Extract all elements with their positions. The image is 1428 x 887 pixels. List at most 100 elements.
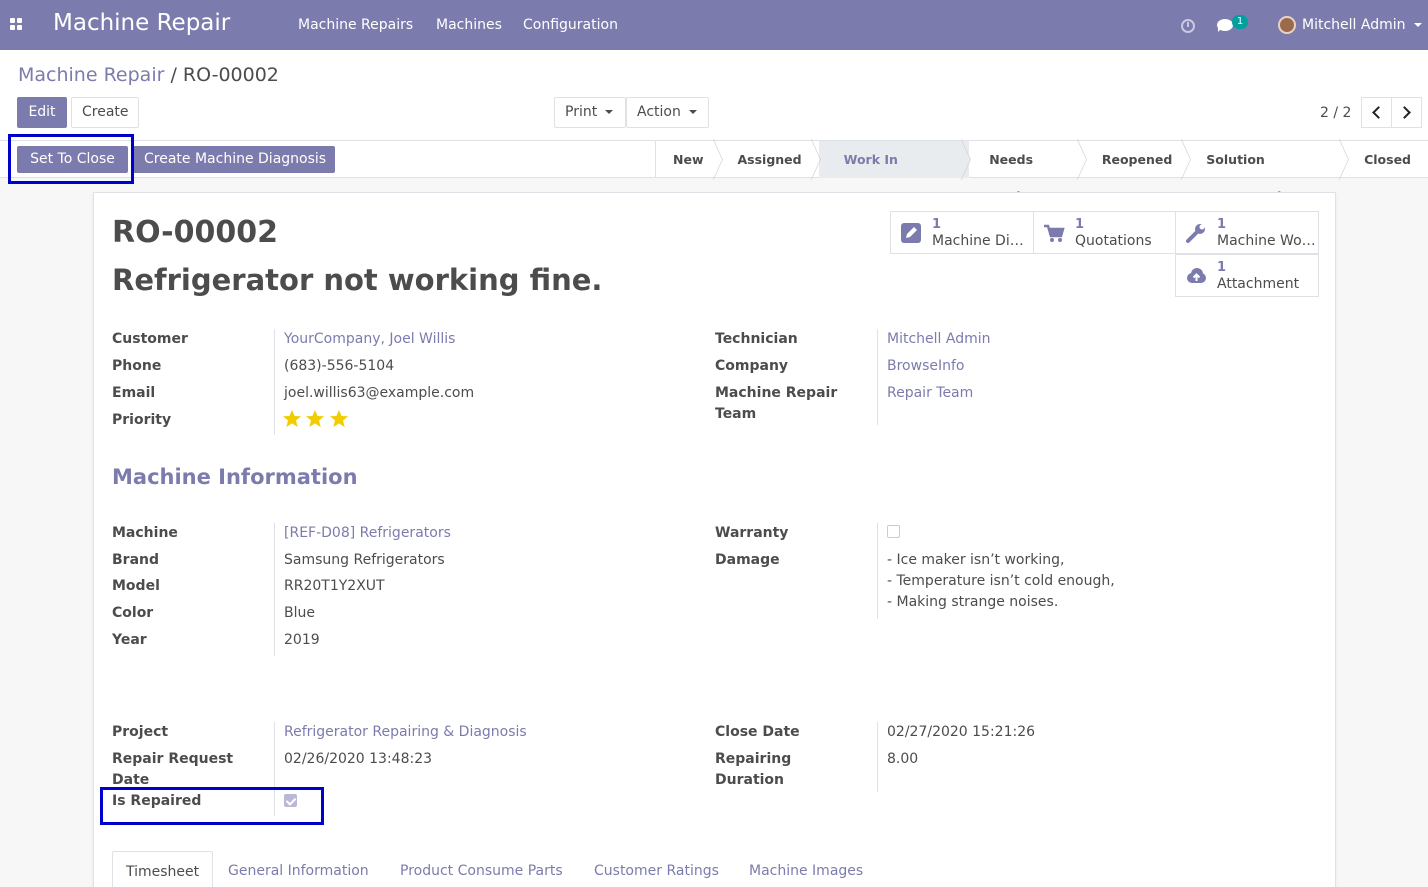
- smart-button-quotations[interactable]: 1 Quotations: [1033, 211, 1177, 254]
- stage-needs-reply[interactable]: Needs Reply: [969, 141, 1085, 204]
- smart-count: 1: [1217, 260, 1227, 275]
- color-value: Blue: [284, 605, 315, 621]
- stage-closed[interactable]: Closed: [1347, 141, 1428, 178]
- user-menu[interactable]: Mitchell Admin: [1302, 17, 1422, 33]
- record-subject: Refrigerator not working fine.: [112, 263, 603, 297]
- warranty-label: Warranty: [715, 525, 789, 541]
- create-machine-diagnosis-button[interactable]: Create Machine Diagnosis: [133, 146, 335, 173]
- stage-solution-suggested[interactable]: Solution Suggested: [1189, 141, 1347, 204]
- create-button[interactable]: Create: [71, 97, 139, 128]
- machine-information-heading: Machine Information: [112, 465, 358, 489]
- model-label: Model: [112, 578, 160, 594]
- damage-line: - Temperature isn’t cold enough,: [887, 573, 1115, 589]
- field-divider: [274, 329, 275, 435]
- company-value[interactable]: BrowseInfo: [887, 356, 964, 377]
- stage-reopened[interactable]: Reopened: [1085, 141, 1189, 178]
- wrench-icon: [1186, 224, 1205, 243]
- pager-value: 2 / 2: [1320, 105, 1352, 121]
- chevron-down-icon: [688, 110, 697, 114]
- status-bar: New Assigned Work In Progress Needs Repl…: [655, 141, 1428, 204]
- technician-value[interactable]: Mitchell Admin: [887, 329, 991, 350]
- tab-customer-ratings[interactable]: Customer Ratings: [594, 851, 719, 887]
- project-label: Project: [112, 724, 169, 740]
- stage-assigned[interactable]: Assigned: [721, 141, 819, 178]
- app-title: Machine Repair: [53, 10, 231, 36]
- customer-label: Customer: [112, 331, 188, 347]
- stage-new[interactable]: New: [656, 141, 721, 178]
- priority-star-icon[interactable]: [282, 409, 302, 429]
- smart-button-machine-diagnosis[interactable]: 1 Machine Diagnosis: [890, 211, 1034, 254]
- breadcrumb: Machine Repair / RO-00002: [18, 64, 279, 86]
- email-label: Email: [112, 385, 156, 401]
- cart-icon: [1044, 224, 1065, 242]
- action-label: Action: [637, 104, 681, 120]
- technician-label: Technician: [715, 331, 798, 347]
- machine-label: Machine: [112, 525, 178, 541]
- top-navbar: Machine Repair Machine Repairs Machines …: [0, 0, 1428, 50]
- brand-label: Brand: [112, 552, 160, 568]
- edit-button[interactable]: Edit: [17, 97, 67, 128]
- highlight-set-to-close: [8, 134, 134, 184]
- damage-label: Damage: [715, 552, 780, 568]
- repair-request-date-label: Repair Request Date: [112, 751, 234, 788]
- menu-machine-repairs[interactable]: Machine Repairs: [298, 17, 413, 33]
- action-dropdown[interactable]: Action: [626, 97, 709, 128]
- priority-star-icon[interactable]: [305, 409, 325, 429]
- tab-machine-images[interactable]: Machine Images: [749, 851, 863, 887]
- year-label: Year: [112, 632, 147, 648]
- tab-general-information[interactable]: General Information: [228, 851, 369, 887]
- print-label: Print: [565, 104, 598, 120]
- customer-value[interactable]: YourCompany, Joel Willis: [284, 329, 455, 350]
- repair-team-value[interactable]: Repair Team: [887, 383, 973, 404]
- repairing-duration-value: 8.00: [887, 751, 919, 767]
- phone-label: Phone: [112, 358, 162, 374]
- machine-value[interactable]: [REF-D08] Refrigerators: [284, 523, 451, 544]
- breadcrumb-parent-link[interactable]: Machine Repair: [18, 64, 164, 86]
- project-value[interactable]: Refrigerator Repairing & Diagnosis: [284, 722, 527, 743]
- email-value: joel.willis63@example.com: [284, 385, 475, 401]
- chat-bubble-icon[interactable]: [1217, 19, 1233, 32]
- breadcrumb-separator: /: [170, 64, 177, 86]
- pager-next-button[interactable]: [1391, 97, 1422, 128]
- message-count-badge: 1: [1232, 15, 1248, 29]
- chevron-down-icon: [1413, 23, 1422, 27]
- brand-value: Samsung Refrigerators: [284, 552, 445, 568]
- tab-timesheet[interactable]: Timesheet: [112, 851, 214, 887]
- smart-label: Quotations: [1075, 233, 1152, 249]
- phone-value: (683)-556-5104: [284, 358, 395, 374]
- control-panel: Machine Repair / RO-00002 Edit Create Pr…: [0, 50, 1428, 204]
- field-divider: [877, 523, 878, 619]
- repair-team-label: Machine Repair Team: [715, 385, 838, 422]
- menu-configuration[interactable]: Configuration: [523, 17, 618, 33]
- pencil-icon: [901, 223, 921, 243]
- user-avatar[interactable]: [1278, 16, 1296, 34]
- cloud-upload-icon: [1187, 268, 1206, 283]
- priority-label: Priority: [112, 412, 172, 428]
- smart-count: 1: [1075, 217, 1085, 232]
- close-date-label: Close Date: [715, 724, 800, 740]
- model-value: RR20T1Y2XUT: [284, 578, 385, 594]
- breadcrumb-current: RO-00002: [182, 64, 279, 86]
- warranty-checkbox[interactable]: [887, 525, 900, 538]
- company-label: Company: [715, 358, 789, 374]
- pager-previous-button[interactable]: [1361, 97, 1392, 128]
- apps-menu-icon[interactable]: [10, 18, 24, 32]
- repairing-duration-label: Repairing Duration: [715, 751, 792, 788]
- field-divider: [877, 329, 878, 425]
- damage-line: - Making strange noises.: [887, 594, 1059, 610]
- record-reference: RO-00002: [112, 215, 278, 250]
- menu-machines[interactable]: Machines: [436, 17, 502, 33]
- smart-button-machine-work-orders[interactable]: 1 Machine Work Orders: [1175, 211, 1319, 254]
- user-name: Mitchell Admin: [1302, 17, 1406, 33]
- field-divider: [274, 523, 275, 656]
- form-sheet: RO-00002 Refrigerator not working fine. …: [93, 192, 1336, 887]
- stage-work-in-progress[interactable]: Work In Progress: [818, 141, 970, 204]
- priority-star-icon[interactable]: [329, 409, 349, 429]
- tab-product-consume-parts[interactable]: Product Consume Parts: [400, 851, 563, 887]
- smart-label: Machine Diagnosis: [932, 233, 1032, 249]
- smart-count: 1: [1217, 217, 1227, 232]
- print-dropdown[interactable]: Print: [554, 97, 626, 128]
- smart-button-attachment[interactable]: 1 Attachment: [1175, 254, 1319, 297]
- activity-clock-icon[interactable]: [1181, 19, 1195, 33]
- color-label: Color: [112, 605, 154, 621]
